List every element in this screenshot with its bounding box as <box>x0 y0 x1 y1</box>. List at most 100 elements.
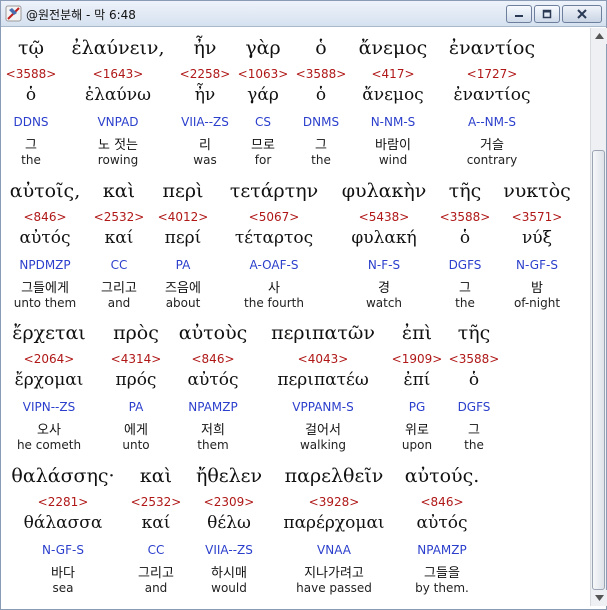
word-parsing-code: DGFS <box>448 258 482 272</box>
word-english-gloss: by them. <box>415 581 469 595</box>
word-lemma: ἔρχομαι <box>14 370 84 390</box>
word-lemma: ἄνεμος <box>362 85 424 105</box>
word-english-gloss: he cometh <box>16 438 82 452</box>
word-korean-gloss: 에게 <box>124 423 148 438</box>
word-english-gloss: unto them <box>13 296 77 310</box>
word-korean-gloss: 경 <box>378 281 390 296</box>
word-greek: ἄνεμος <box>358 37 428 59</box>
word-parsing-code: A-OAF-S <box>249 258 299 272</box>
vertical-scrollbar[interactable] <box>590 28 607 606</box>
word-english-gloss: and <box>144 581 168 595</box>
word-strong-number: <2309> <box>203 495 255 509</box>
word-lemma: ἐλαύνω <box>85 85 151 105</box>
word-strong-number: <2258> <box>179 67 231 81</box>
word-parsing-code: N-NM-S <box>370 115 416 129</box>
word-lemma: ἐναντίος <box>453 85 531 105</box>
word-english-gloss: unto <box>122 438 150 452</box>
word-lemma: περί <box>164 228 202 248</box>
word-parsing-code: PG <box>408 400 426 414</box>
word-greek: αὐτούς. <box>404 465 480 487</box>
word-strong-number: <4314> <box>110 352 162 366</box>
word-parsing-code: VNPAD <box>97 115 139 129</box>
word-strong-number: <4012> <box>157 210 209 224</box>
app-logo-icon[interactable] <box>5 5 22 22</box>
word-english-gloss: for <box>254 153 272 167</box>
word-greek: καὶ <box>139 465 173 487</box>
minimize-button[interactable] <box>506 5 532 23</box>
word-english-gloss: would <box>211 581 247 595</box>
word-parsing-code: DGFS <box>457 400 491 414</box>
word-lemma: ὁ <box>315 85 327 105</box>
word-parsing-code: PA <box>175 258 191 272</box>
word-korean-gloss: 바람이 <box>375 138 411 153</box>
word-korean-gloss: 위로 <box>405 423 429 438</box>
word-korean-gloss: 리 <box>199 138 211 153</box>
word-strong-number: <3588> <box>295 67 347 81</box>
word-parsing-code: VIIA--ZS <box>205 543 253 557</box>
word-greek: ἤθελεν <box>195 465 263 487</box>
word-strong-number: <2532> <box>130 495 182 509</box>
word-english-gloss: upon <box>401 438 433 452</box>
word-lemma: τέταρτος <box>234 228 314 248</box>
word-greek: ἐναντίος <box>448 37 536 59</box>
word-lemma: αὐτός <box>416 513 468 533</box>
word-strong-number: <1909> <box>391 352 443 366</box>
word-english-gloss: wind <box>378 153 408 167</box>
word-strong-number: <3571> <box>511 210 563 224</box>
scroll-up-arrow-icon[interactable] <box>591 28 607 44</box>
title-bar[interactable]: @원전분해 - 막 6:48 <box>1 1 606 27</box>
word-strong-number: <4043> <box>297 352 349 366</box>
word-lemma: ἦν <box>194 85 216 105</box>
word-greek: παρελθεῖν <box>284 465 384 487</box>
word-english-gloss: the <box>464 438 484 452</box>
word-greek: θαλάσσης· <box>11 465 115 487</box>
word-greek: πρὸς <box>113 322 159 344</box>
word-parsing-code: A--NM-S <box>468 115 516 129</box>
window-title: @원전분해 - 막 6:48 <box>26 8 136 22</box>
word-strong-number: <2532> <box>93 210 145 224</box>
maximize-button[interactable] <box>534 5 560 23</box>
word-lemma: καί <box>104 228 134 248</box>
word-english-gloss: of-night <box>513 296 561 310</box>
word-lemma: θέλω <box>207 513 251 533</box>
word-english-gloss: rowing <box>97 153 139 167</box>
word-parsing-code: CC <box>110 258 128 272</box>
word-strong-number: <1643> <box>92 67 144 81</box>
word-strong-number: <2064> <box>23 352 75 366</box>
word-strong-number: <5067> <box>248 210 300 224</box>
word-greek: ἦν <box>193 37 217 59</box>
word-parsing-code: VIPN--ZS <box>22 400 76 414</box>
word-greek: τετάρτην <box>229 180 319 202</box>
scrollbar-thumb[interactable] <box>592 150 605 590</box>
word-greek: ἔρχεται <box>12 322 86 344</box>
word-greek: τῆς <box>448 180 482 202</box>
word-greek: ἐπὶ <box>401 322 433 344</box>
word-strong-number: <1727> <box>466 67 518 81</box>
close-button[interactable] <box>562 5 602 23</box>
word-parsing-code: DDNS <box>13 115 49 129</box>
word-greek: φυλακὴν <box>341 180 427 202</box>
word-korean-gloss: 그들에게 <box>21 281 69 296</box>
word-english-gloss: was <box>193 153 217 167</box>
word-greek: περιπατῶν <box>271 322 375 344</box>
word-parsing-code: CS <box>255 115 271 129</box>
word-korean-gloss: 바다 <box>51 566 75 581</box>
word-greek: περὶ <box>162 180 204 202</box>
word-korean-gloss: 거슬 <box>480 138 504 153</box>
word-parsing-code: VPPANM-S <box>292 400 354 414</box>
word-korean-gloss: 걸어서 <box>305 423 341 438</box>
word-greek: γὰρ <box>245 37 281 59</box>
word-lemma: φυλακή <box>351 228 417 248</box>
word-greek: καὶ <box>102 180 136 202</box>
close-icon <box>577 9 587 19</box>
word-english-gloss: the <box>311 153 331 167</box>
word-greek: νυκτὸς <box>503 180 571 202</box>
word-lemma: καί <box>141 513 171 533</box>
interlinear-panel[interactable]: τῷ <3588> ὁ DDNS 그 the ἐλαύνειν, <1643> ἐλαύνω VN… <box>1 28 590 606</box>
word-lemma: παρέρχομαι <box>283 513 385 533</box>
minimize-icon <box>515 15 523 17</box>
app-window: @원전분해 - 막 6:48 τῷ <3588> ὁ DDNS 그 the ἐλαύνει <box>0 0 607 610</box>
word-korean-gloss: 밤 <box>531 281 543 296</box>
word-english-gloss: walking <box>299 438 347 452</box>
scroll-down-arrow-icon[interactable] <box>591 590 607 606</box>
